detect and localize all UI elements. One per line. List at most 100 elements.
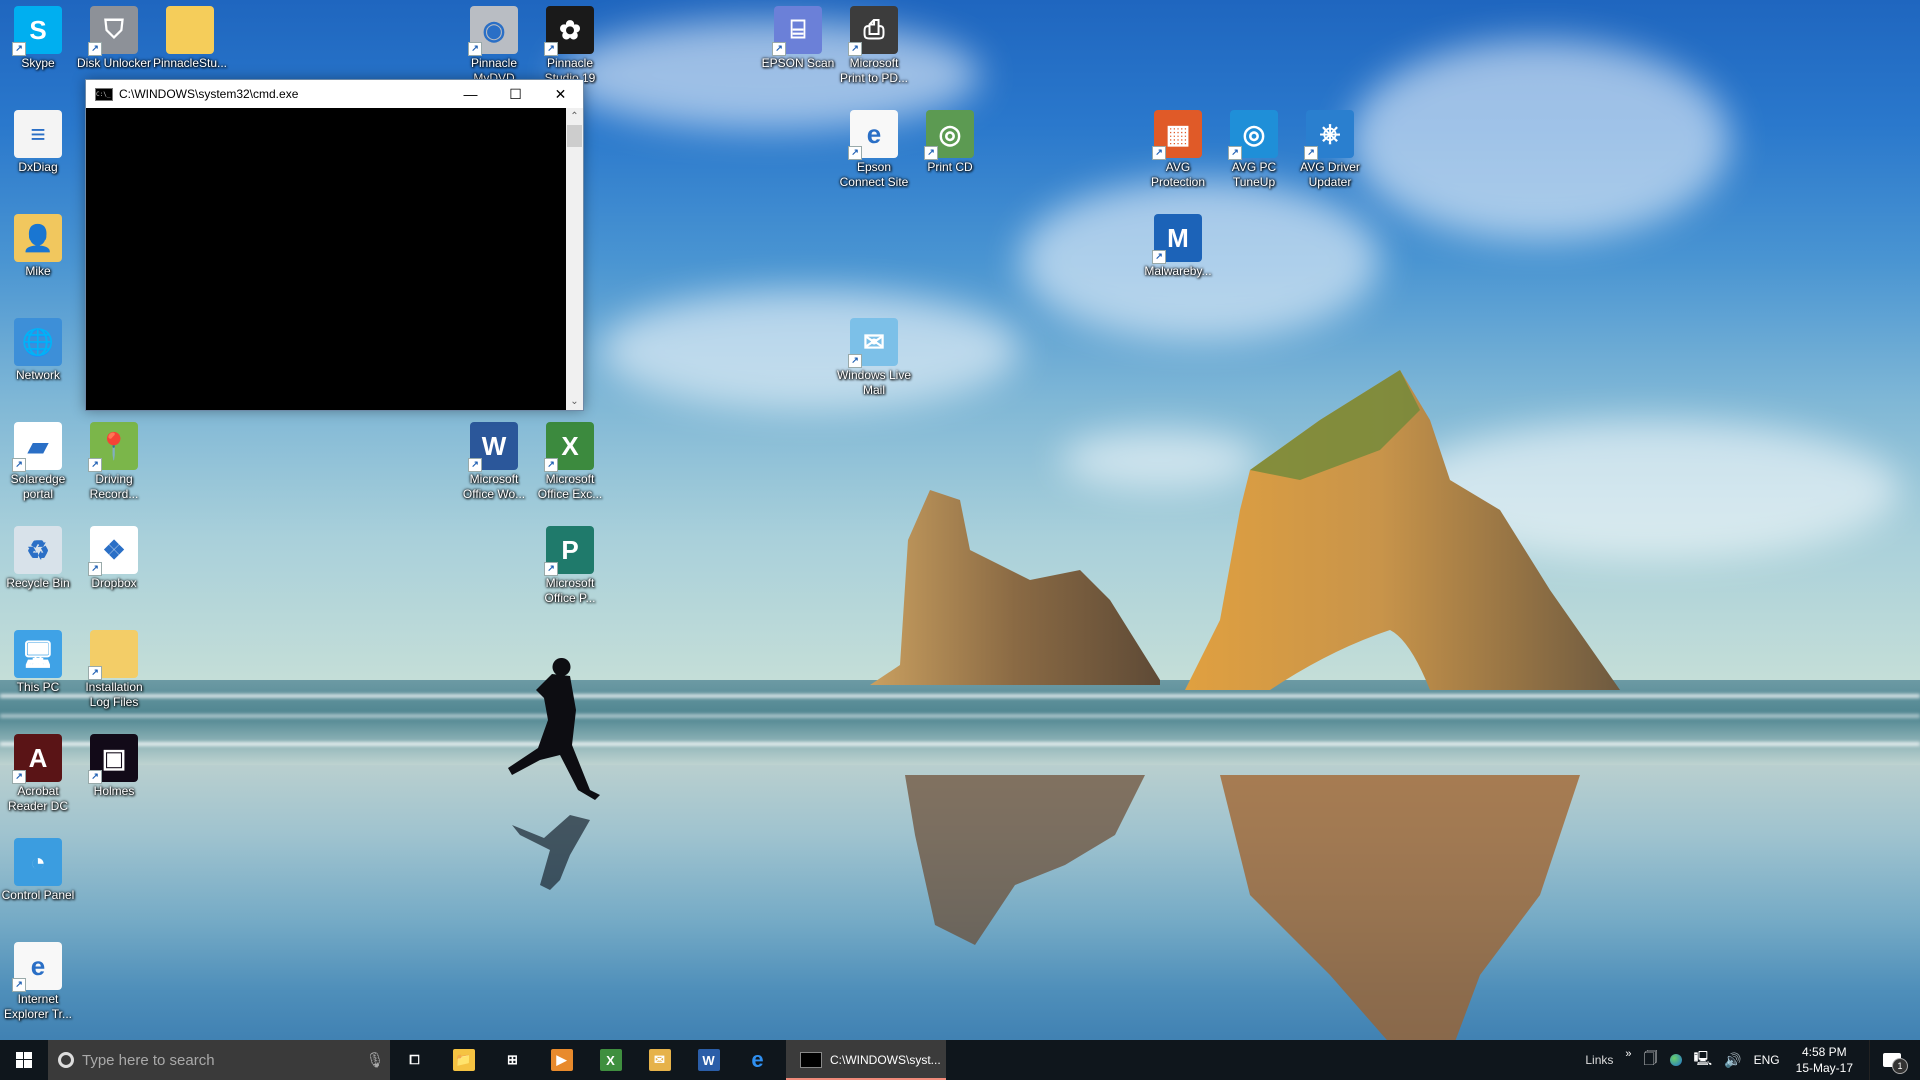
scroll-up-button[interactable]: ⌃ [566, 108, 583, 125]
desktop-icon-windows-live-mail[interactable]: ✉ ↗ Windows Live Mail [836, 314, 912, 398]
action-center-button[interactable]: 1 [1869, 1040, 1914, 1080]
cortana-icon[interactable] [58, 1052, 74, 1068]
globe-icon[interactable] [1669, 1054, 1682, 1066]
recycle-bin-icon: ♻ [14, 526, 62, 574]
desktop-icon-disk-unlocker[interactable]: ⛉ ↗ Disk Unlocker [76, 2, 152, 71]
pinnacle-mydvd-glyph: ◉ [482, 14, 506, 45]
language-indicator[interactable]: ENG [1754, 1053, 1780, 1067]
mike-icon: 👤 [14, 214, 62, 262]
desktop-icon-network[interactable]: 🌐 Network [0, 314, 76, 383]
vertical-scrollbar[interactable]: ⌃ ⌄ [566, 108, 583, 410]
desktop-icon-pinnacle-studio-19[interactable]: ✿ ↗ Pinnacle Studio 19 [532, 2, 608, 86]
scroll-down-button[interactable]: ⌄ [566, 393, 583, 410]
taskbar-pin-windows-live-mail[interactable]: ✉ [635, 1040, 684, 1080]
desktop-icon-avg-pc-tuneup[interactable]: ◎ ↗ AVG PC TuneUp [1216, 106, 1292, 190]
taskbar-pin-file-explorer[interactable]: 📁 [439, 1040, 488, 1080]
scrollbar-thumb[interactable] [567, 125, 582, 147]
shortcut-arrow-icon: ↗ [12, 458, 26, 472]
print-cd-glyph: ◎ [938, 118, 962, 149]
volume-icon[interactable]: 🔊 [1724, 1052, 1741, 1069]
epson-scan-icon: ⌸ ↗ [772, 6, 822, 56]
desktop-icon-microsoft-print-to-pdf[interactable]: ⎙ ↗ Microsoft Print to PD... [836, 2, 912, 86]
wallpaper-sea [0, 680, 1920, 770]
network-icon[interactable]: 🖳 [1694, 1048, 1713, 1072]
cmd-window[interactable]: C:\_ C:\WINDOWS\system32\cmd.exe — ☐ ✕ ⌃… [85, 79, 584, 411]
store-icon: ⊞ [507, 1052, 518, 1067]
desktop-icon-recycle-bin[interactable]: ♻ Recycle Bin [0, 522, 76, 591]
disk-unlocker-icon: ⛉ ↗ [88, 6, 138, 56]
shortcut-arrow-icon: ↗ [88, 666, 102, 680]
window-titlebar[interactable]: C:\_ C:\WINDOWS\system32\cmd.exe — ☐ ✕ [86, 80, 583, 108]
installation-log-files-icon: ↗ [88, 630, 138, 680]
desktop-icon-label: Internet Explorer Tr... [3, 992, 73, 1021]
desktop-icon-skype[interactable]: S ↗ Skype [0, 2, 76, 71]
links-toolbar[interactable]: Links [1585, 1053, 1613, 1067]
solaredge-portal-glyph: ▰ [28, 430, 48, 461]
start-button[interactable] [0, 1040, 48, 1080]
desktop-icon-label: AVG PC TuneUp [1231, 160, 1277, 189]
desktop-icon-pinnaclestudio-folder[interactable]: PinnacleStu... [152, 2, 228, 71]
taskbar-pin-task-view[interactable]: ⧠ [390, 1040, 439, 1080]
shortcut-arrow-icon: ↗ [88, 770, 102, 784]
malwarebytes-icon: M ↗ [1152, 214, 1202, 264]
shortcut-arrow-icon: ↗ [848, 146, 862, 160]
desktop-icon-label: Microsoft Office Exc... [537, 472, 603, 501]
taskbar-pin-media-player[interactable]: ▶ [537, 1040, 586, 1080]
desktop-icon-microsoft-office-word[interactable]: W ↗ Microsoft Office Wo... [456, 418, 532, 502]
shortcut-arrow-icon: ↗ [1304, 146, 1318, 160]
desktop-icon-acrobat-reader-dc[interactable]: A ↗ Acrobat Reader DC [0, 730, 76, 814]
taskbar-pin-edge[interactable]: e [733, 1040, 782, 1080]
shortcut-arrow-icon: ↗ [12, 770, 26, 784]
desktop-icon-avg-driver-updater[interactable]: ⎈ ↗ AVG Driver Updater [1292, 106, 1368, 190]
usb-eject-icon[interactable]: 🗍 [1644, 1048, 1658, 1072]
microphone-icon[interactable]: 🎙 [360, 1051, 390, 1069]
minimize-button[interactable]: — [448, 80, 493, 108]
desktop-icon-malwarebytes[interactable]: M ↗ Malwareby... [1140, 210, 1216, 279]
shortcut-arrow-icon: ↗ [1228, 146, 1242, 160]
desktop-icon-epson-scan[interactable]: ⌸ ↗ EPSON Scan [760, 2, 836, 71]
malwarebytes-glyph: M [1167, 222, 1189, 253]
skype-glyph: S [29, 14, 47, 45]
shortcut-arrow-icon: ↗ [848, 42, 862, 56]
desktop-icon-avg-protection[interactable]: ▦ ↗ AVG Protection [1140, 106, 1216, 190]
toolbar-overflow-icon[interactable]: » [1625, 1048, 1631, 1060]
desktop-icon-mike[interactable]: 👤 Mike [0, 210, 76, 279]
desktop-icon-microsoft-office-excel[interactable]: X ↗ Microsoft Office Exc... [532, 418, 608, 502]
desktop-icon-microsoft-office-publisher[interactable]: P ↗ Microsoft Office P... [532, 522, 608, 606]
desktop-icon-internet-explorer-tr[interactable]: e ↗ Internet Explorer Tr... [0, 938, 76, 1022]
taskbar-item-cmd[interactable]: C:\WINDOWS\syst... [786, 1040, 946, 1080]
console-output-area[interactable] [86, 108, 566, 410]
windows-live-mail-icon: ✉ [648, 1049, 671, 1071]
search-input[interactable]: Type here to search 🎙 [48, 1040, 390, 1080]
desktop-icon-pinnacle-mydvd[interactable]: ◉ ↗ Pinnacle MyDVD [456, 2, 532, 86]
desktop-icon-label: Network [15, 368, 60, 382]
desktop-icon-epson-connect-site[interactable]: e ↗ Epson Connect Site [836, 106, 912, 190]
desktop-icon-control-panel[interactable]: ◔ Control Panel [0, 834, 76, 903]
network-glyph: 🌐 [21, 326, 55, 357]
desktop-icon-dropbox[interactable]: ❖ ↗ Dropbox [76, 522, 152, 591]
desktop-icon-this-pc[interactable]: 🖥 This PC [0, 626, 76, 695]
desktop-icon-label: EPSON Scan [761, 56, 835, 70]
clock[interactable]: 4:58 PM 15-May-17 [1796, 1044, 1853, 1076]
microsoft-office-publisher-glyph: P [561, 534, 579, 565]
desktop-icon-dxdiag[interactable]: ≡ DxDiag [0, 106, 76, 175]
maximize-button[interactable]: ☐ [493, 80, 538, 108]
desktop-icon-label: Recycle Bin [6, 576, 70, 590]
taskbar-pin-excel[interactable]: X [586, 1040, 635, 1080]
desktop-icon-holmes[interactable]: ▣ ↗ Holmes [76, 730, 152, 799]
desktop-icon-label: AVG Driver Updater [1300, 160, 1360, 189]
taskbar-pin-store[interactable]: ⊞ [488, 1040, 537, 1080]
epson-connect-site-icon: e ↗ [848, 110, 898, 160]
taskbar-pin-word[interactable]: W [684, 1040, 733, 1080]
desktop-icon-driving-record[interactable]: 📍 ↗ Driving Record... [76, 418, 152, 502]
cmd-app-icon[interactable]: C:\_ [95, 87, 113, 101]
shortcut-arrow-icon: ↗ [468, 42, 482, 56]
desktop-icon-solaredge-portal[interactable]: ▰ ↗ Solaredge portal [0, 418, 76, 502]
desktop-icon-label: Disk Unlocker [76, 56, 151, 70]
desktop-icon-label: Epson Connect Site [839, 160, 909, 189]
close-button[interactable]: ✕ [538, 80, 583, 108]
driving-record-icon: 📍 ↗ [88, 422, 138, 472]
desktop-icon-print-cd[interactable]: ◎ ↗ Print CD [912, 106, 988, 175]
shortcut-arrow-icon: ↗ [1152, 250, 1166, 264]
desktop-icon-installation-log-files[interactable]: ↗ Installation Log Files [76, 626, 152, 710]
